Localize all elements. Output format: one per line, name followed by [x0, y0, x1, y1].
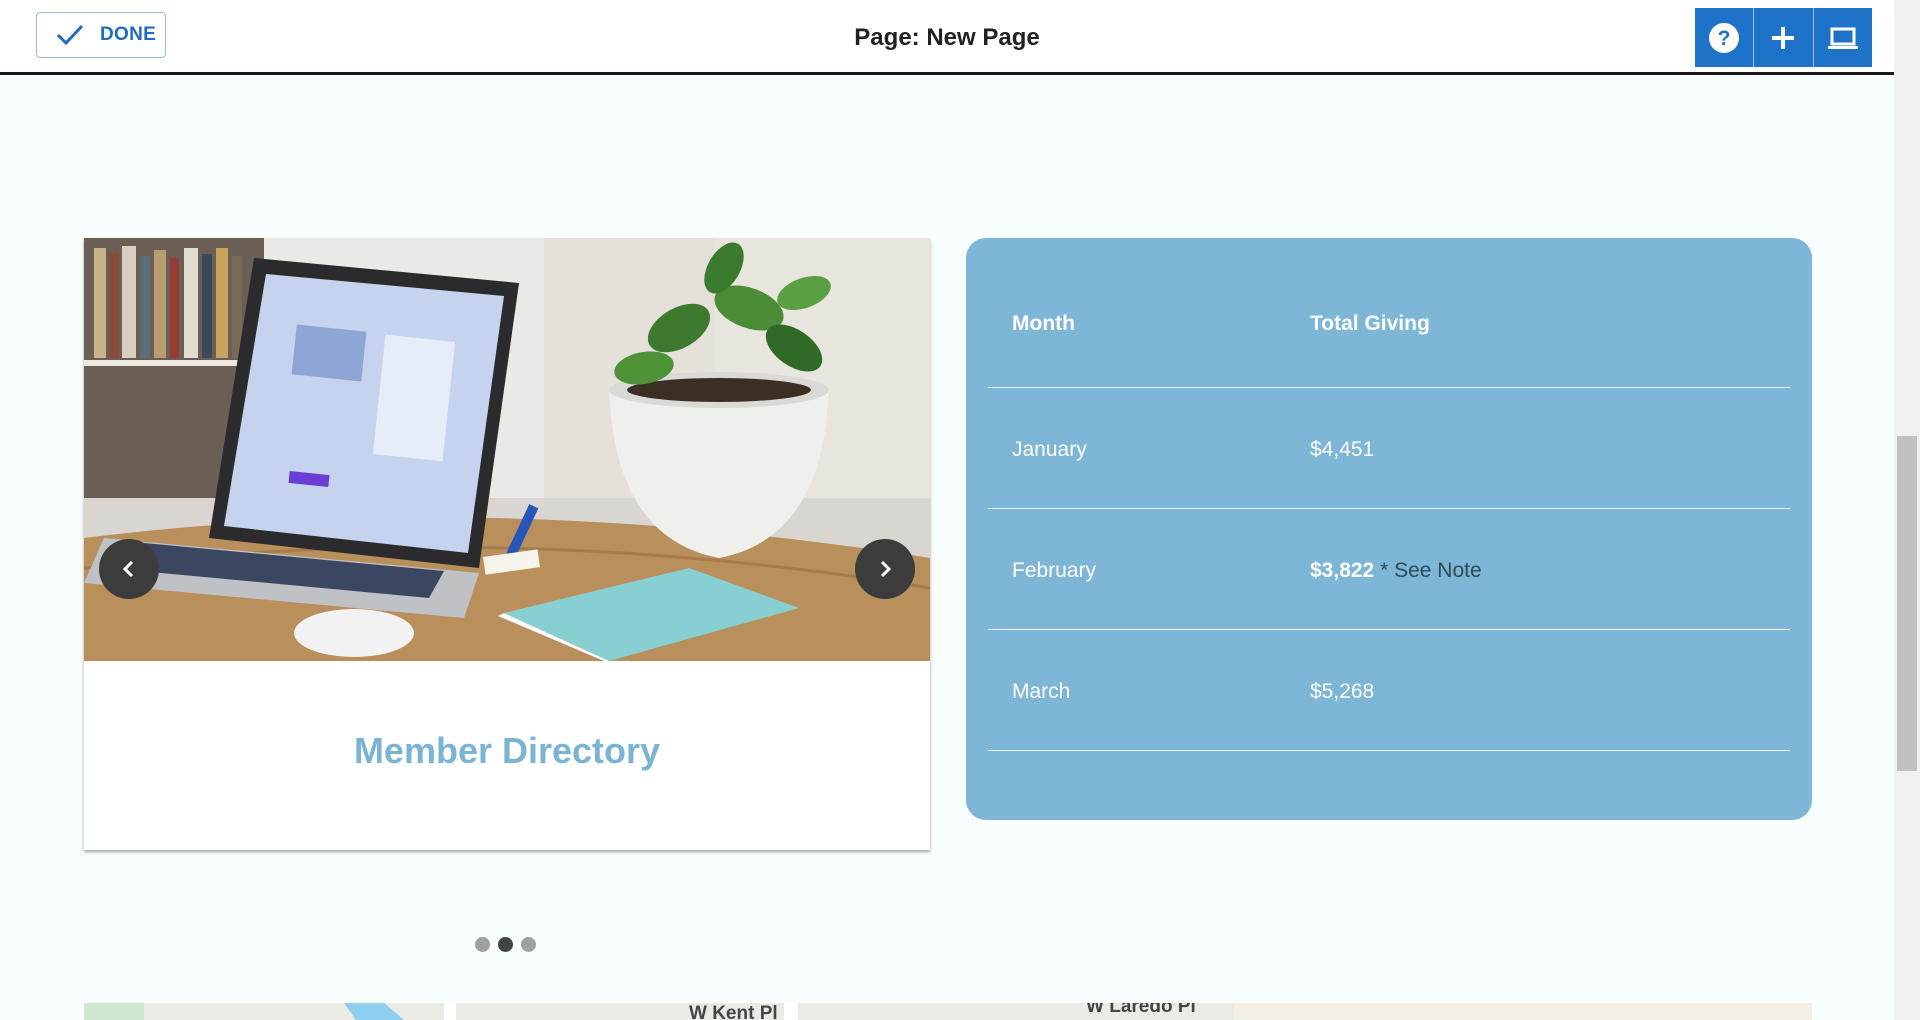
page-title: Page: New Page — [854, 24, 1040, 51]
row-month: January — [1012, 438, 1087, 461]
row-amount-cell: $3,822 * See Note — [1310, 559, 1482, 583]
help-icon: ? — [1709, 22, 1740, 53]
scrollbar-thumb[interactable] — [1897, 436, 1917, 771]
map-street-label: W Laredo Pl — [1086, 1003, 1196, 1017]
table-header-row: Month Total Giving — [988, 238, 1790, 388]
carousel-card-title: Member Directory — [353, 730, 661, 771]
device-preview-button[interactable] — [1814, 8, 1872, 67]
giving-table: Month Total Giving January $4,451 Februa… — [988, 238, 1790, 751]
map-embed[interactable]: W Kent Pl W Laredo Pl — [84, 1003, 1812, 1020]
row-amount: $3,822 — [1310, 559, 1375, 582]
carousel-card: Member Directory — [84, 238, 930, 850]
header-total-giving: Total Giving — [1310, 312, 1430, 335]
table-row: March $5,268 — [988, 630, 1790, 751]
help-button[interactable]: ? — [1695, 8, 1755, 67]
giving-table-panel: Month Total Giving January $4,451 Februa… — [966, 238, 1812, 820]
svg-text:?: ? — [1718, 27, 1731, 50]
carousel-dot-3[interactable] — [521, 937, 536, 952]
map-street-label: W Kent Pl — [689, 1003, 778, 1020]
table-row: February $3,822 * See Note — [988, 509, 1790, 630]
carousel-indicators — [475, 937, 536, 952]
chevron-right-icon — [880, 560, 892, 578]
row-amount: $4,451 — [1310, 438, 1375, 461]
carousel-prev-button[interactable] — [99, 539, 159, 599]
row-month: March — [1012, 680, 1071, 703]
toolbar-actions: ? — [1695, 8, 1872, 67]
editor-toolbar: DONE Page: New Page ? — [0, 0, 1894, 75]
table-row: January $4,451 — [988, 388, 1790, 509]
header-month: Month — [1012, 312, 1075, 335]
plus-icon — [1772, 26, 1795, 49]
row-amount: $5,268 — [1310, 680, 1375, 703]
row-note: * See Note — [1374, 559, 1482, 582]
carousel-dot-1[interactable] — [475, 937, 490, 952]
row-month: February — [1012, 559, 1097, 582]
carousel-next-button[interactable] — [855, 539, 915, 599]
page-scrollbar[interactable] — [1894, 0, 1920, 1020]
add-button[interactable] — [1754, 8, 1814, 67]
carousel-image — [84, 238, 930, 661]
chevron-left-icon — [122, 560, 134, 578]
laptop-icon — [1827, 27, 1858, 49]
carousel-dot-2[interactable] — [498, 937, 513, 952]
